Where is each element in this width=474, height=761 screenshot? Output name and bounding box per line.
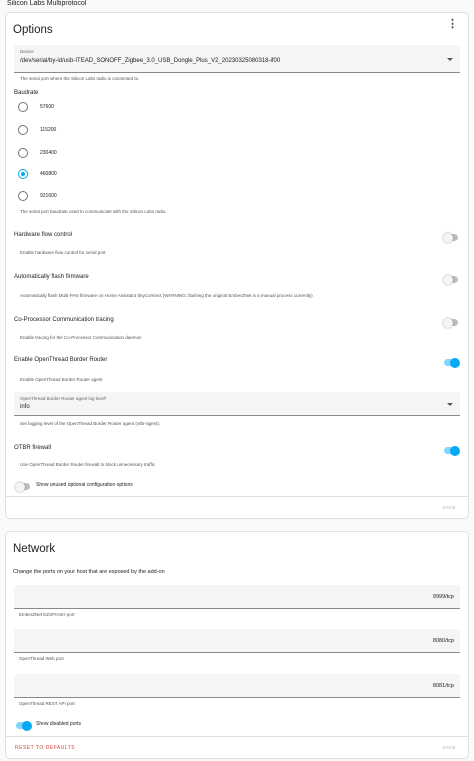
otbr-firewall-label: OTBR firewall bbox=[14, 445, 52, 451]
auto-flash-toggle[interactable] bbox=[443, 274, 458, 285]
hardware-flow-toggle[interactable] bbox=[443, 232, 458, 243]
radio-icon bbox=[18, 148, 28, 158]
toggle-knob bbox=[443, 317, 453, 328]
chevron-down-icon bbox=[447, 403, 453, 406]
otbr-helper: Enable OpenThread Border Router agent bbox=[20, 377, 103, 382]
otbr-firewall-helper: Use OpenThread Border Router firewall to… bbox=[20, 462, 155, 467]
device-select-value: /dev/serial/by-id/usb-ITEAD_SONOFF_Zigbe… bbox=[20, 58, 281, 64]
toggle-knob bbox=[22, 720, 32, 731]
port-field-value: 8081/tcp bbox=[432, 683, 454, 689]
hardware-flow-helper: Enable hardware flow control for serial … bbox=[20, 250, 106, 255]
options-card: Options ⋮ Device /dev/serial/by-id/usb-I… bbox=[5, 12, 469, 519]
radio-checked-icon bbox=[18, 169, 28, 179]
radio-icon bbox=[18, 191, 28, 201]
baudrate-label: Baudrate bbox=[14, 90, 39, 96]
port-field-helper: OpenThread Web port bbox=[19, 656, 64, 661]
device-select-label: Device bbox=[20, 49, 34, 54]
otbr-log-level-value: info bbox=[20, 404, 30, 410]
auto-flash-label: Automatically flash firmware bbox=[14, 274, 89, 280]
otbr-log-level-helper: Set logging level of the OpenThread Bord… bbox=[20, 421, 161, 426]
network-title: Network bbox=[13, 543, 56, 555]
network-card: Network Change the ports on your host th… bbox=[5, 531, 469, 759]
port-field-helper: EmberZNet EZSP/ASH port bbox=[19, 612, 75, 617]
port-field-value: 9999/tcp bbox=[432, 594, 454, 600]
toggle-knob bbox=[443, 274, 453, 285]
chevron-down-icon bbox=[447, 58, 453, 61]
options-save-button[interactable]: SAVE bbox=[442, 505, 456, 510]
otbr-label: Enable OpenThread Border Router bbox=[14, 357, 108, 363]
port-field-web[interactable]: 8080/tcp bbox=[14, 629, 460, 653]
cpc-tracing-helper: Enable tracing for the Co-Processor Comm… bbox=[20, 335, 142, 340]
port-field-ezsp[interactable]: 9999/tcp bbox=[14, 585, 460, 609]
otbr-log-level-select[interactable]: OpenThread Border Router agent log level… bbox=[14, 392, 460, 416]
reset-to-defaults-button[interactable]: RESET TO DEFAULTS bbox=[15, 745, 75, 751]
otbr-log-level-label: OpenThread Border Router agent log level… bbox=[20, 396, 107, 401]
cpc-tracing-label: Co-Processor Communication tracing bbox=[14, 317, 114, 323]
show-disabled-ports-toggle[interactable] bbox=[16, 720, 32, 731]
divider bbox=[6, 496, 468, 497]
options-title: Options bbox=[13, 24, 53, 36]
device-select[interactable]: Device /dev/serial/by-id/usb-ITEAD_SONOF… bbox=[14, 45, 460, 73]
divider bbox=[6, 736, 468, 737]
more-options-icon[interactable]: ⋮ bbox=[447, 19, 458, 30]
toggle-knob bbox=[450, 445, 460, 456]
hardware-flow-label: Hardware flow control bbox=[14, 232, 73, 238]
show-disabled-ports-label: Show disabled ports bbox=[36, 721, 82, 727]
show-unused-label: Show unused optional configuration optio… bbox=[36, 482, 133, 488]
auto-flash-helper: Automatically flash Multi-PAN firmware o… bbox=[20, 293, 313, 298]
port-field-helper: OpenThread REST API port bbox=[19, 701, 75, 706]
otbr-firewall-toggle[interactable] bbox=[444, 445, 460, 456]
cpc-tracing-toggle[interactable] bbox=[443, 317, 458, 328]
radio-label: 57600 bbox=[40, 104, 54, 110]
radio-label: 230400 bbox=[40, 150, 57, 156]
baudrate-helper: The serial port baudrate used to communi… bbox=[20, 209, 167, 214]
toggle-knob bbox=[450, 357, 460, 368]
device-helper: The serial port where the Silicon Labs r… bbox=[20, 76, 140, 81]
network-description: Change the ports on your host that are e… bbox=[13, 569, 165, 575]
port-field-value: 8080/tcp bbox=[432, 638, 454, 644]
page-title: Silicon Labs Multiprotocol bbox=[7, 0, 87, 7]
radio-icon bbox=[18, 102, 28, 112]
toggle-knob bbox=[15, 481, 25, 492]
radio-label: 921600 bbox=[40, 193, 57, 199]
network-save-button[interactable]: SAVE bbox=[442, 745, 456, 750]
radio-icon bbox=[18, 125, 28, 135]
show-unused-toggle[interactable] bbox=[15, 481, 30, 492]
port-field-rest[interactable]: 8081/tcp bbox=[14, 674, 460, 698]
radio-label: 115200 bbox=[40, 127, 57, 133]
toggle-knob bbox=[443, 232, 453, 243]
radio-label: 460800 bbox=[40, 171, 57, 177]
otbr-toggle[interactable] bbox=[444, 357, 460, 368]
